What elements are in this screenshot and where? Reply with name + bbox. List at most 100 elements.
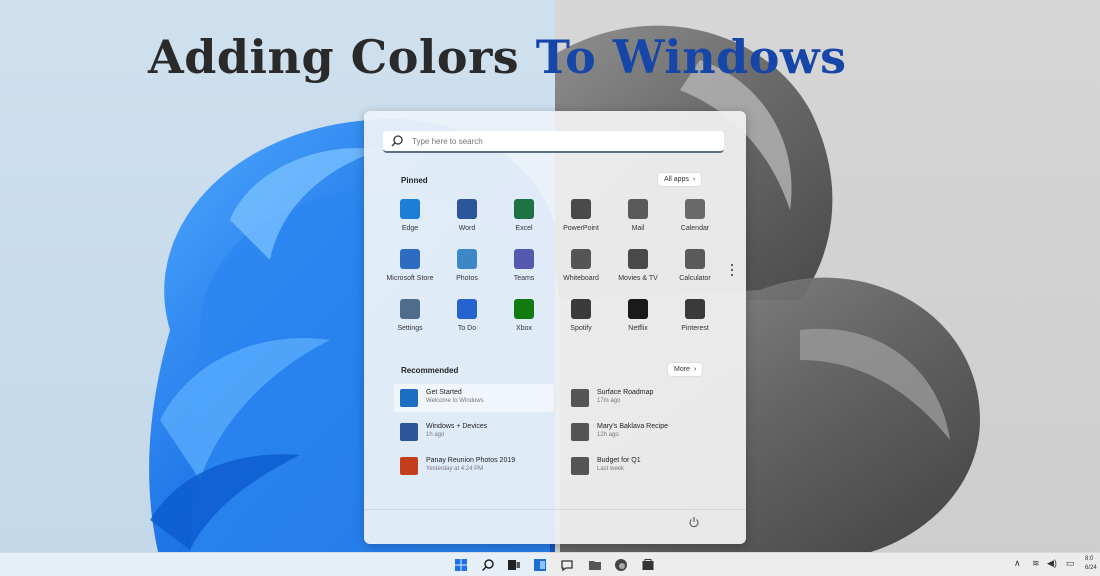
pinned-app-label: Photos [456,275,478,282]
pinned-app-powerpoint[interactable]: PowerPoint [552,199,610,239]
pinned-app-pinterest[interactable]: Pinterest [666,299,724,339]
recommended-item-title: Surface Roadmap [597,389,654,396]
word-icon [457,199,477,219]
pinned-app-todo[interactable]: To Do [438,299,496,339]
edge-icon [400,199,420,219]
pinned-app-label: Edge [401,225,419,232]
all-apps-button[interactable]: All apps › [658,173,702,186]
pinned-app-word[interactable]: Word [438,199,496,239]
pinned-app-teams[interactable]: Teams [495,249,553,289]
search-box[interactable] [383,131,724,153]
task-view-icon[interactable] [506,557,522,573]
headline: Adding Colors To Windows [148,30,948,84]
pinned-app-movies[interactable]: Movies & TV [609,249,667,289]
pinned-app-photos[interactable]: Photos [438,249,496,289]
recommended-item[interactable]: Budget for Q1 Last week [565,452,725,480]
pinned-app-label: Xbox [516,325,532,332]
pinned-app-label: PowerPoint [563,225,599,232]
clock[interactable]: 8:0 6/24 [1085,555,1097,573]
recommended-item-subtitle: 1h ago [426,432,445,438]
pinned-app-store[interactable]: Microsoft Store [381,249,439,289]
whiteboard-icon [571,249,591,269]
pinned-app-label: To Do [457,325,477,332]
todo-icon [457,299,477,319]
pinned-app-label: Movies & TV [618,275,658,282]
taskbar-search-icon[interactable] [480,557,496,573]
recommended-item[interactable]: Surface Roadmap 17m ago [565,384,725,412]
recommended-item-title: Panay Reunion Photos 2019 [426,457,516,464]
netflix-icon [628,299,648,319]
pinned-app-edge[interactable]: Edge [381,199,439,239]
pinned-app-netflix[interactable]: Netflix [609,299,667,339]
pinned-app-label: Whiteboard [563,275,599,282]
recommended-item-title: Budget for Q1 [597,457,641,464]
pdf-icon [571,389,589,407]
tray-chevron-icon[interactable]: ∧ [1014,558,1021,569]
wifi-icon[interactable]: ≋ [1032,558,1040,569]
recommended-item-text: Windows + Devices 1h ago [426,423,487,438]
recommended-item[interactable]: Mary's Baklava Recipe 12h ago [565,418,725,446]
pinned-app-label: Microsoft Store [386,275,434,282]
recommended-item-text: Get Started Welcome to Windows [426,389,484,404]
pinned-app-excel[interactable]: Excel [495,199,553,239]
search-input[interactable] [410,135,714,147]
recommended-item[interactable]: Windows + Devices 1h ago [394,418,554,446]
spotify-icon [571,299,591,319]
power-icon[interactable] [688,516,700,528]
chat-icon[interactable] [559,557,575,573]
desktop: Adding Colors To Windows Pinned All apps… [0,0,1100,576]
store-icon [400,249,420,269]
recommended-item-text: Panay Reunion Photos 2019 Yesterday at 4:… [426,457,515,472]
pinned-app-label: Calculator [679,275,711,282]
pinned-app-label: Netflix [628,325,648,332]
recommended-item-title: Get Started [426,389,462,396]
powerpoint-doc-icon [400,457,418,475]
xbox-icon [514,299,534,319]
pinned-app-label: Word [458,225,476,232]
chevron-right-icon: › [692,176,696,183]
pinned-app-label: Calendar [680,225,710,232]
pinned-app-calculator[interactable]: Calculator [666,249,724,289]
pinned-app-mail[interactable]: Mail [609,199,667,239]
store-taskbar-icon[interactable] [640,557,656,573]
recommended-item-subtitle: Yesterday at 4:24 PM [426,466,484,472]
recommended-item-subtitle: Welcome to Windows [426,398,484,404]
page-dots[interactable] [730,261,734,279]
footer-divider [364,509,746,510]
edge-taskbar-icon[interactable] [613,557,629,573]
recommended-item[interactable]: Panay Reunion Photos 2019 Yesterday at 4:… [394,452,554,480]
pinned-app-label: Spotify [570,325,592,332]
clock-time: 8:0 [1085,556,1094,562]
widgets-icon[interactable] [532,557,548,573]
headline-part2: To Windows [535,30,847,84]
recommended-item-text: Surface Roadmap 17m ago [597,389,653,404]
taskbar: ∧ ≋ ◀) ▭ 8:0 6/24 [0,552,1100,576]
pinned-app-label: Excel [515,225,533,232]
file-explorer-icon[interactable] [587,557,603,573]
start-menu: Pinned All apps › Edge Word Excel PowerPoin… [364,111,746,544]
mail-icon [628,199,648,219]
recommended-title: Recommended [401,366,459,375]
recommended-item-text: Mary's Baklava Recipe 12h ago [597,423,668,438]
recommended-item[interactable]: Get Started Welcome to Windows [394,384,554,412]
teams-icon [514,249,534,269]
pinned-app-xbox[interactable]: Xbox [495,299,553,339]
pinned-app-whiteboard[interactable]: Whiteboard [552,249,610,289]
recommended-item-title: Mary's Baklava Recipe [597,423,668,430]
pinned-app-label: Mail [631,225,645,232]
battery-icon[interactable]: ▭ [1066,558,1075,569]
pinned-app-settings[interactable]: Settings [381,299,439,339]
movies-icon [628,249,648,269]
clock-date: 6/24 [1085,565,1097,571]
powerpoint-icon [571,199,591,219]
more-label: More [674,366,690,373]
volume-icon[interactable]: ◀) [1047,558,1057,569]
start-button-icon[interactable] [453,557,469,573]
excel-doc-icon [571,457,589,475]
pinned-app-spotify[interactable]: Spotify [552,299,610,339]
more-button[interactable]: More › [668,363,703,376]
get-started-icon [400,389,418,407]
pinned-app-label: Pinterest [681,325,709,332]
headline-part1: Adding Colors [148,30,520,84]
pinned-app-calendar[interactable]: Calendar [666,199,724,239]
